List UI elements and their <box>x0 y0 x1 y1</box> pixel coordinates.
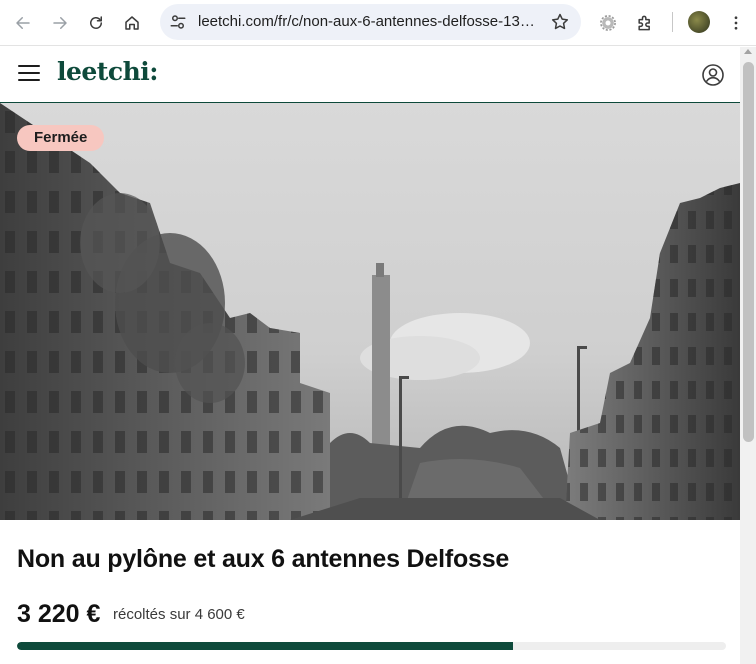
leetchi-logo[interactable]: leetchi: <box>57 57 158 86</box>
account-icon[interactable] <box>701 63 725 87</box>
progress-fill <box>17 642 514 650</box>
forward-icon <box>53 17 67 29</box>
tune-icon <box>170 15 186 29</box>
scroll-up-arrow[interactable] <box>744 49 752 54</box>
pot-title: Non au pylône et aux 6 antennes Delfosse <box>17 545 510 573</box>
site-header: leetchi: <box>0 47 740 103</box>
profile-avatar[interactable] <box>688 11 710 33</box>
home-button[interactable] <box>118 9 146 37</box>
scrollbar-thumb[interactable] <box>743 62 754 442</box>
status-badge: Fermée <box>17 125 105 151</box>
toolbar-divider <box>672 12 673 32</box>
browser-toolbar: leetchi.com/fr/c/non-aux-6-antennes-delf… <box>0 0 756 46</box>
collected-of-goal: récoltés sur 4 600 € <box>113 606 245 623</box>
reload-icon <box>90 16 102 29</box>
progress-bar <box>17 642 726 650</box>
back-icon <box>16 17 30 29</box>
collected-amount: 3 220 € <box>17 600 101 628</box>
extensions-menu-button[interactable] <box>631 9 659 37</box>
street-photo <box>0 103 740 520</box>
bookmark-button[interactable] <box>549 11 571 33</box>
url-text[interactable]: leetchi.com/fr/c/non-aux-6-antennes-delf… <box>198 13 538 30</box>
star-icon <box>551 13 569 30</box>
address-bar[interactable]: leetchi.com/fr/c/non-aux-6-antennes-delf… <box>160 4 581 40</box>
kebab-menu-icon <box>734 16 738 30</box>
reload-button[interactable] <box>82 9 110 37</box>
hero-image <box>0 103 740 520</box>
forward-button[interactable] <box>46 9 74 37</box>
hamburger-menu-icon[interactable] <box>18 65 40 83</box>
extension-gear-icon <box>600 15 616 31</box>
browser-menu-button[interactable] <box>722 9 750 37</box>
extension-button[interactable] <box>594 9 622 37</box>
puzzle-icon <box>638 15 650 31</box>
home-icon <box>125 16 139 30</box>
back-button[interactable] <box>9 9 37 37</box>
site-settings-button[interactable] <box>168 12 188 32</box>
